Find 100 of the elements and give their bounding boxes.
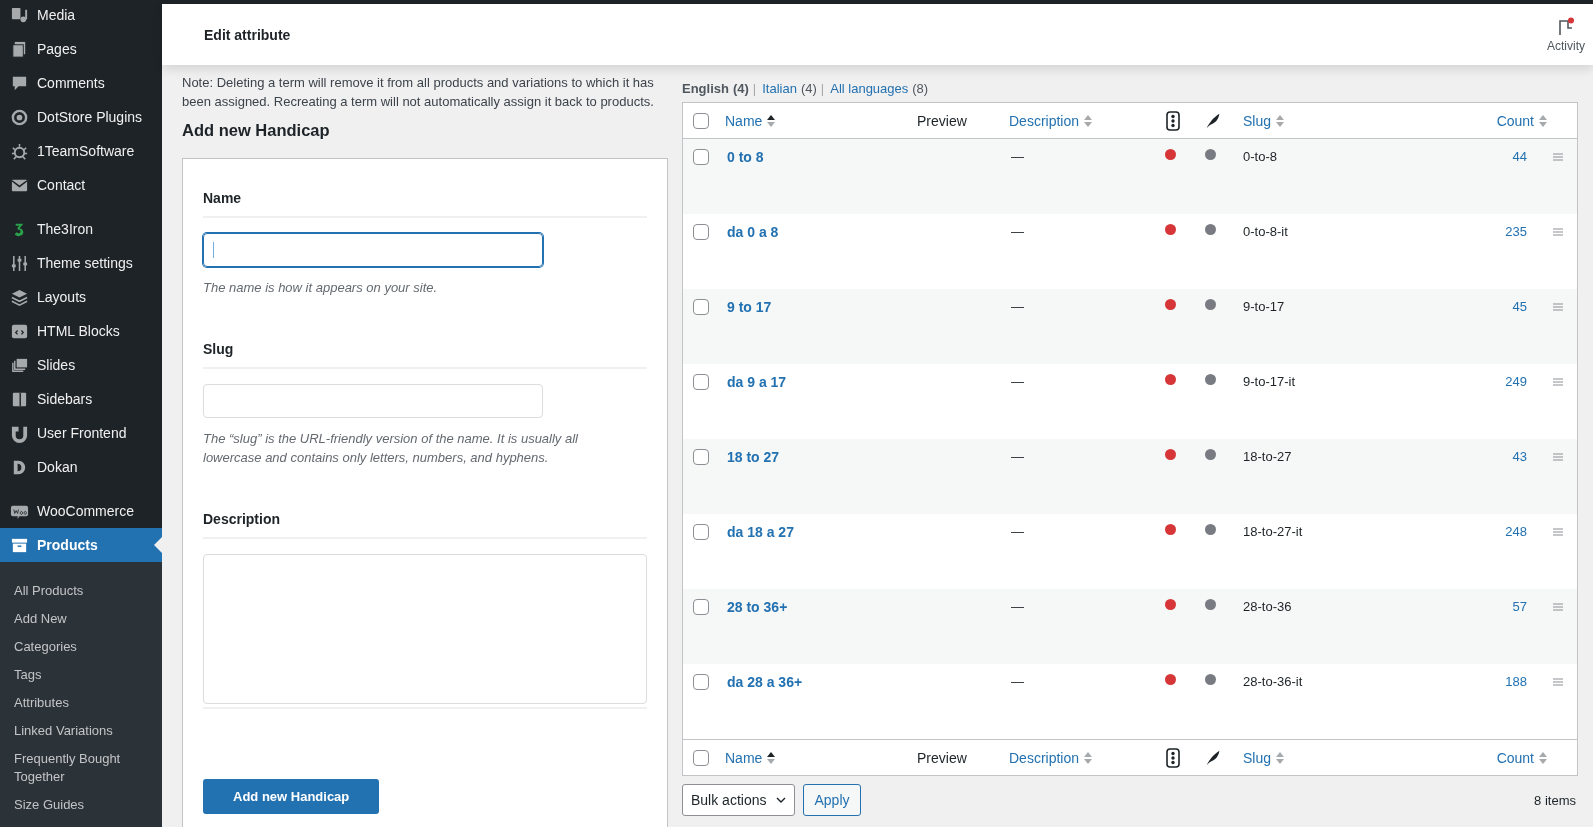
table-cell: — xyxy=(1011,299,1024,314)
submit-button[interactable]: Add new Handicap xyxy=(203,778,380,814)
row-checkbox[interactable] xyxy=(693,449,709,465)
sidebar-item[interactable]: Layouts xyxy=(0,280,162,314)
column-header[interactable]: Description xyxy=(1009,749,1080,766)
description-field[interactable] xyxy=(203,553,647,704)
apply-button[interactable]: Apply xyxy=(803,784,861,816)
drag-handle-icon[interactable] xyxy=(1553,603,1563,611)
sidebar-item[interactable]: Dokan xyxy=(0,450,162,484)
column-header[interactable]: Slug xyxy=(1243,112,1272,129)
count-link[interactable]: 57 xyxy=(1512,599,1527,614)
term-name-link[interactable]: da 28 a 36+ xyxy=(727,674,803,690)
count-link[interactable]: 248 xyxy=(1505,524,1527,539)
column-header[interactable]: Slug xyxy=(1243,749,1272,766)
target-icon xyxy=(10,107,29,127)
row-checkbox[interactable] xyxy=(693,224,709,240)
sidebar-item[interactable]: User Frontend xyxy=(0,416,162,450)
term-name-link[interactable]: da 9 a 17 xyxy=(727,374,787,390)
sidebar-item[interactable]: DotStore Plugins xyxy=(0,100,162,134)
drag-handle-icon[interactable] xyxy=(1553,453,1563,461)
status-dot-icon xyxy=(1165,224,1176,235)
column-header[interactable]: Count xyxy=(1496,749,1534,766)
submenu-item[interactable]: Add New xyxy=(0,605,136,633)
table-cell: 28-to-36-it xyxy=(1243,674,1303,689)
language-filter[interactable]: Italian xyxy=(762,81,797,96)
status-dot-icon xyxy=(1205,674,1216,685)
submenu-item[interactable]: Frequently Bought Together xyxy=(0,745,136,791)
table-cell: 18-to-27-it xyxy=(1243,524,1303,539)
select-all-checkbox[interactable] xyxy=(693,749,709,766)
column-header[interactable]: Description xyxy=(1009,112,1080,129)
count-link[interactable]: 249 xyxy=(1505,374,1527,389)
language-filter[interactable]: English xyxy=(682,81,729,96)
slug-field[interactable] xyxy=(203,383,543,418)
language-filter[interactable]: All languages xyxy=(830,81,909,96)
field-label: Description xyxy=(203,507,647,539)
term-name-link[interactable]: 9 to 17 xyxy=(727,299,772,315)
sidebar-item[interactable]: Comments xyxy=(0,66,162,100)
sidebar-item[interactable]: 1TeamSoftware xyxy=(0,134,162,168)
form-heading: Add new Handicap xyxy=(182,121,331,140)
column-header[interactable]: Name xyxy=(725,749,763,766)
sidebar-item[interactable]: HTML Blocks xyxy=(0,314,162,348)
sidebar-item[interactable]: The3Iron xyxy=(0,212,162,246)
term-name-link[interactable]: 28 to 36+ xyxy=(727,599,788,615)
submenu-item[interactable]: Attributes xyxy=(0,689,136,717)
submenu-item[interactable]: Categories xyxy=(0,633,136,661)
sidebar-item[interactable]: Contact xyxy=(0,168,162,202)
row-checkbox[interactable] xyxy=(693,524,709,540)
drag-handle-icon[interactable] xyxy=(1553,528,1563,536)
drag-handle-icon[interactable] xyxy=(1553,378,1563,386)
drag-handle-icon[interactable] xyxy=(1553,228,1563,236)
column-header[interactable]: Name xyxy=(725,112,763,129)
table-cell: — xyxy=(1011,524,1024,539)
table-cell: 28-to-36 xyxy=(1243,599,1292,614)
submenu-item[interactable]: Tags xyxy=(0,661,136,689)
sidebar-item[interactable]: Media xyxy=(0,0,162,32)
row-checkbox[interactable] xyxy=(693,149,709,165)
drag-handle-icon[interactable] xyxy=(1553,678,1563,686)
submenu-item[interactable]: Size Guides xyxy=(0,791,136,819)
table-cell: 18-to-27 xyxy=(1243,449,1292,464)
sidebar-item[interactable]: Slides xyxy=(0,348,162,382)
count-link[interactable]: 43 xyxy=(1512,449,1527,464)
name-field[interactable] xyxy=(203,233,543,267)
submenu-item[interactable]: Linked Variations xyxy=(0,717,136,745)
row-checkbox[interactable] xyxy=(693,299,709,315)
table-cell: 9-to-17 xyxy=(1243,299,1285,314)
submenu-item[interactable]: All Products xyxy=(0,577,136,605)
sidebar-item[interactable]: Theme settings xyxy=(0,246,162,280)
term-name-link[interactable]: 18 to 27 xyxy=(727,449,780,465)
status-dot-icon xyxy=(1165,374,1176,385)
term-name-link[interactable]: 0 to 8 xyxy=(727,149,764,165)
select-all-checkbox[interactable] xyxy=(693,112,709,129)
drag-handle-icon[interactable] xyxy=(1553,303,1563,311)
column-header[interactable]: Count xyxy=(1496,112,1534,129)
activity-button[interactable]: Activity xyxy=(1547,16,1585,53)
table-cell: — xyxy=(1011,674,1024,689)
language-count: (4) xyxy=(800,81,817,96)
count-link[interactable]: 188 xyxy=(1505,674,1527,689)
row-checkbox[interactable] xyxy=(693,374,709,390)
term-name-link[interactable]: da 0 a 8 xyxy=(727,224,779,240)
row-checkbox[interactable] xyxy=(693,599,709,615)
table-cell: — xyxy=(1011,149,1024,164)
field-label: Name xyxy=(203,187,647,218)
sidebar-item[interactable]: Pages xyxy=(0,32,162,66)
bulk-actions-dropdown[interactable]: Bulk actions xyxy=(682,784,796,816)
term-name-link[interactable]: da 18 a 27 xyxy=(727,524,794,540)
count-link[interactable]: 235 xyxy=(1505,224,1527,239)
drag-handle-icon[interactable] xyxy=(1553,153,1563,161)
sidebar-item[interactable]: Products xyxy=(0,528,162,562)
row-checkbox[interactable] xyxy=(693,674,709,690)
status-dot-icon xyxy=(1205,599,1216,610)
status-dot-icon xyxy=(1165,524,1176,535)
sidebar-item[interactable]: WooCommerce xyxy=(0,494,162,528)
note-text: Note: Deleting a term will remove it from all products and variations to which it has been assigned. Recreating a term will not automatically assign it back to products. xyxy=(182,74,655,111)
count-link[interactable]: 45 xyxy=(1512,299,1527,314)
sidebar-item[interactable]: Sidebars xyxy=(0,382,162,416)
table-cell: — xyxy=(1011,599,1024,614)
count-link[interactable]: 44 xyxy=(1512,149,1527,164)
status-dot-icon xyxy=(1165,449,1176,460)
bug-icon xyxy=(10,141,29,161)
column-header: Preview xyxy=(917,112,967,129)
